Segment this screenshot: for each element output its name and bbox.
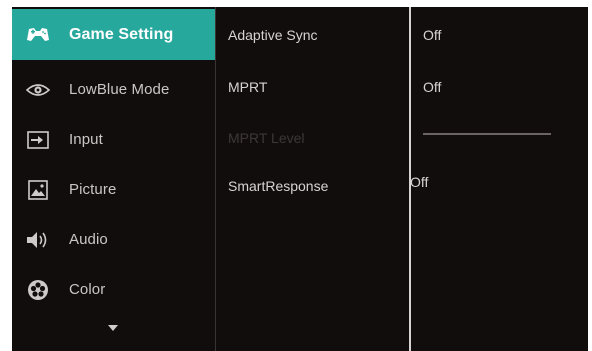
menu-item-lowblue-mode[interactable]: LowBlue Mode [12, 64, 215, 115]
submenu-item-mprt[interactable]: MPRT [228, 79, 267, 95]
speaker-icon [25, 229, 51, 251]
game-setting-submenu: Adaptive Sync MPRT MPRT Level SmartRespo… [216, 7, 406, 351]
monitor-osd-menu: Game Setting LowBlue Mode Input Picture … [12, 7, 588, 351]
menu-item-audio[interactable]: Audio [12, 214, 215, 265]
menu-item-label: LowBlue Mode [69, 81, 170, 98]
mprt-value[interactable]: Off [423, 79, 441, 95]
menu-item-label: Color [69, 281, 106, 298]
menu-item-input[interactable]: Input [12, 114, 215, 165]
menu-item-picture[interactable]: Picture [12, 164, 215, 215]
menu-item-label: Input [69, 131, 103, 148]
menu-item-label: Audio [69, 231, 108, 248]
menu-item-label: Game Setting [69, 25, 174, 43]
adaptive-sync-value[interactable]: Off [423, 27, 441, 43]
picture-icon [25, 179, 51, 201]
submenu-item-mprt-level: MPRT Level [228, 130, 305, 146]
color-wheel-icon [25, 279, 51, 301]
settings-values: Off Off Off [410, 7, 588, 351]
submenu-item-smartresponse[interactable]: SmartResponse [228, 178, 328, 194]
menu-item-label: Picture [69, 181, 117, 198]
menu-item-color[interactable]: Color [12, 264, 215, 315]
gamepad-icon [25, 24, 51, 46]
input-icon [25, 129, 51, 151]
chevron-down-icon[interactable] [108, 325, 118, 331]
eye-icon [25, 79, 51, 101]
mprt-level-slider [423, 133, 551, 135]
menu-item-game-setting[interactable]: Game Setting [12, 9, 215, 60]
main-menu: Game Setting LowBlue Mode Input Picture … [12, 7, 216, 351]
submenu-item-adaptive-sync[interactable]: Adaptive Sync [228, 27, 318, 43]
smartresponse-value[interactable]: Off [410, 174, 428, 190]
